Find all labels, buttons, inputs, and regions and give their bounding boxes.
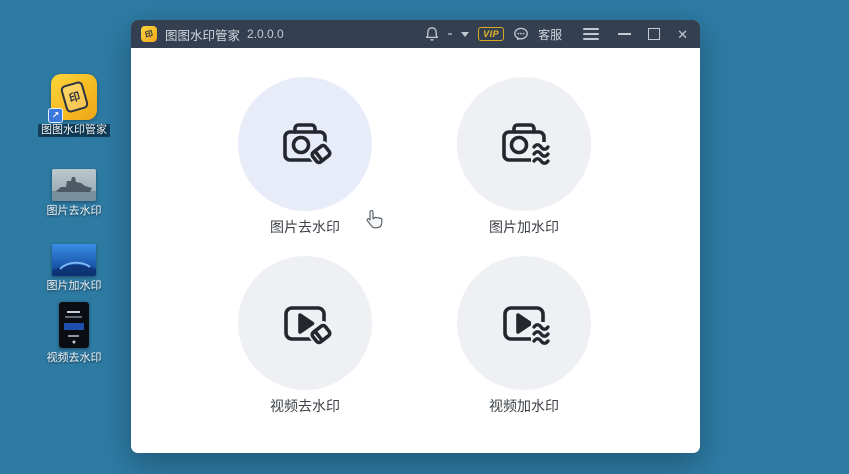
- feature-circle[interactable]: [457, 77, 591, 211]
- desktop-icon-video-remove[interactable]: 视频去水印: [42, 302, 106, 365]
- vip-badge[interactable]: VIP: [478, 27, 505, 41]
- desktop-icon-label: 视频去水印: [46, 352, 102, 364]
- watermark-app-icon: 印 ↗: [48, 74, 97, 123]
- minimize-button[interactable]: [618, 33, 632, 35]
- feature-circle[interactable]: [238, 77, 372, 211]
- feature-image-remove-watermark[interactable]: 图片去水印: [225, 77, 385, 237]
- feature-video-remove-watermark[interactable]: 视频去水印: [225, 256, 385, 416]
- video-erase-icon: [284, 306, 335, 347]
- desktop-icon-label: 图片加水印: [46, 280, 102, 292]
- desktop-icon-label: 图片去水印: [46, 205, 102, 217]
- titlebar[interactable]: 印 图图水印管家 2.0.0.0 VIP 客服 ✕: [131, 20, 700, 48]
- desktop-icon-image-remove[interactable]: 图片去水印: [42, 169, 106, 218]
- ship-photo-thumbnail: [52, 169, 96, 201]
- maximize-button[interactable]: [648, 28, 661, 40]
- feature-label: 图片去水印: [270, 219, 340, 235]
- menu-icon[interactable]: [583, 28, 600, 40]
- window-title: 图图水印管家: [165, 28, 241, 43]
- feature-circle[interactable]: [238, 256, 372, 390]
- video-waves-icon: [503, 306, 555, 346]
- feature-video-add-watermark[interactable]: 视频加水印: [444, 256, 604, 416]
- support-label[interactable]: 客服: [538, 26, 562, 43]
- chat-bubble-icon[interactable]: [513, 27, 529, 42]
- shortcut-arrow-icon: ↗: [48, 108, 63, 123]
- camera-erase-icon: [283, 123, 335, 167]
- bell-icon[interactable]: [425, 26, 439, 42]
- feature-label: 视频加水印: [489, 398, 559, 414]
- desktop-icon-label: 图图水印管家: [38, 124, 110, 137]
- stamp-glyph: 印: [59, 80, 89, 114]
- app-logo-icon: 印: [141, 26, 157, 42]
- app-window: 印 图图水印管家 2.0.0.0 VIP 客服 ✕ 图片去水印 图片加水印 视频…: [131, 20, 700, 453]
- feature-image-add-watermark[interactable]: 图片加水印: [444, 77, 604, 237]
- desktop-icon-image-add[interactable]: 图片加水印: [42, 244, 106, 293]
- app-version: 2.0.0.0: [247, 27, 284, 41]
- video-thumbnail: [59, 302, 89, 348]
- feature-label: 视频去水印: [270, 398, 340, 414]
- blue-photo-thumbnail: [52, 244, 96, 276]
- camera-waves-icon: [502, 123, 555, 166]
- account-separator: [448, 33, 453, 35]
- feature-circle[interactable]: [457, 256, 591, 390]
- close-button[interactable]: ✕: [677, 28, 688, 41]
- desktop-icon-watermark-app[interactable]: 印 ↗ 图图水印管家: [38, 74, 110, 137]
- feature-label: 图片加水印: [489, 219, 559, 235]
- chevron-down-icon[interactable]: [461, 31, 470, 37]
